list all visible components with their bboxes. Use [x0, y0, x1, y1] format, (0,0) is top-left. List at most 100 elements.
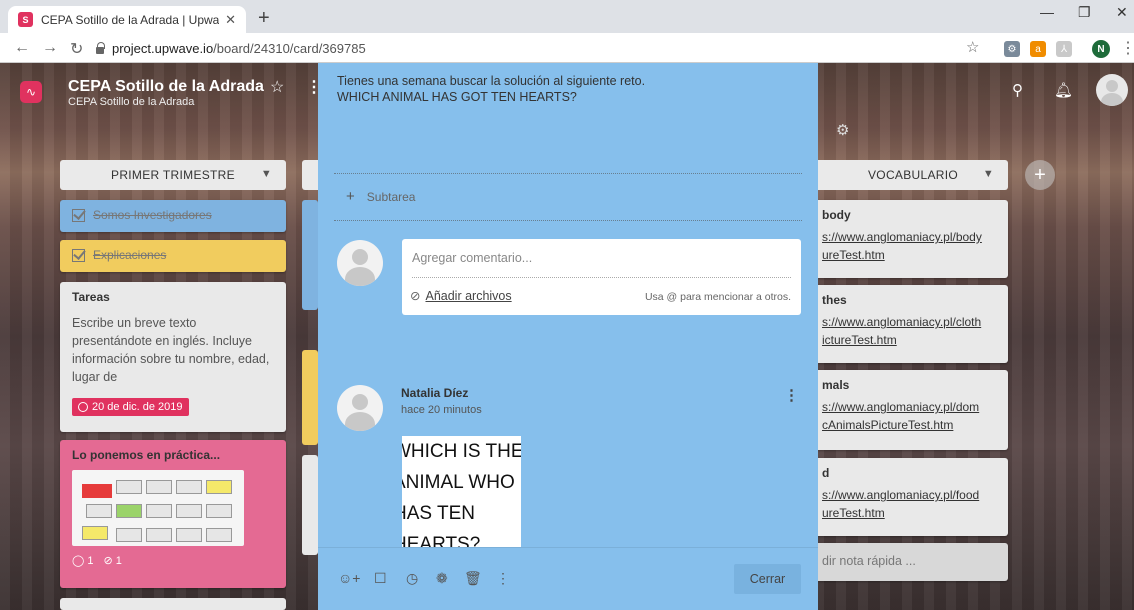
divider [412, 277, 791, 278]
address-bar: ← → ↻ project.upwave.io/board/24310/card… [0, 33, 1134, 63]
card-vocab-animals[interactable]: mals s://www.anglomaniacy.pl/dom cAnimal… [818, 370, 1008, 450]
extension-2-icon[interactable]: a [1030, 41, 1046, 57]
board-area: ∿ CEPA Sotillo de la Adrada CEPA Sotillo… [0, 63, 1134, 610]
card-description[interactable]: Tienes una semana buscar la solución al … [337, 73, 645, 105]
comment-image-attachment[interactable]: WHICH IS THE ANIMAL WHO HAS TEN HEARTS? [402, 436, 521, 547]
forward-icon[interactable]: → [42, 39, 58, 57]
paperclip-icon: ⊘ [410, 289, 421, 303]
divider [334, 220, 802, 221]
tab-title: CEPA Sotillo de la Adrada | Upwave [41, 12, 220, 27]
card-detail-modal: Tienes una semana buscar la solución al … [318, 63, 818, 610]
browser-menu-icon[interactable]: ⋮ [1120, 38, 1134, 58]
comment-composer[interactable]: Agregar comentario... ⊘ Añadir archivos … [402, 239, 801, 315]
url-field[interactable]: project.upwave.io/board/24310/card/36978… [96, 37, 986, 59]
attachments-count: ⊘ 1 [103, 555, 122, 567]
card-vocab-clothes[interactable]: thes s://www.anglomaniacy.pl/cloth ictur… [818, 285, 1008, 363]
quick-note-input[interactable]: dir nota rápida ... [818, 543, 1008, 581]
profile-avatar[interactable]: N [1092, 40, 1110, 58]
card-title: mals [822, 378, 850, 392]
card-link[interactable]: s://www.anglomaniacy.pl/cloth ictureTest… [822, 313, 996, 349]
card-partial-yellow[interactable] [302, 350, 318, 445]
card-explicaciones[interactable]: Explicaciones [60, 240, 286, 272]
chevron-down-icon[interactable]: ▼ [983, 168, 994, 180]
back-icon[interactable]: ← [14, 39, 30, 57]
card-lo-ponemos-en-practica[interactable]: Lo ponemos en práctica... ◯ 1 ⊘ 1 [60, 440, 286, 588]
user-avatar[interactable] [1096, 74, 1128, 106]
browser-tab[interactable]: S CEPA Sotillo de la Adrada | Upwave ✕ [8, 6, 246, 33]
close-button[interactable]: Cerrar [734, 564, 801, 594]
comment-icon: ◯ [72, 555, 85, 567]
comment-menu-icon[interactable]: ⋮ [784, 386, 799, 404]
board-game-thumbnail [72, 470, 244, 546]
settings-gear-icon[interactable]: ⚙ [836, 121, 849, 139]
card-title: Somos Investigadores [93, 208, 212, 222]
browser-tab-bar: S CEPA Sotillo de la Adrada | Upwave ✕ +… [0, 0, 1134, 33]
due-date-badge: 20 de dic. de 2019 [72, 398, 189, 416]
card-link[interactable]: s://www.anglomaniacy.pl/dom cAnimalsPict… [822, 398, 996, 434]
card-partial-grey[interactable] [302, 455, 318, 555]
comment-author-avatar [337, 385, 383, 431]
column-title: PRIMER TRIMESTRE [111, 168, 235, 182]
comment-input[interactable]: Agregar comentario... [412, 251, 532, 265]
url-domain: project.upwave.io [112, 40, 214, 56]
card-partial[interactable] [60, 598, 286, 610]
card-title: Tareas [72, 290, 110, 304]
divider [334, 173, 802, 174]
extension-1-icon[interactable]: ⚙ [1004, 41, 1020, 57]
card-title: body [822, 208, 851, 222]
notifications-bell-icon[interactable]: 🔔︎ [1054, 81, 1073, 99]
minimize-icon[interactable]: — [1040, 4, 1054, 20]
restore-icon[interactable]: ❐ [1078, 4, 1091, 21]
card-somos-investigadores[interactable]: Somos Investigadores [60, 200, 286, 232]
card-vocab-body[interactable]: body s://www.anglomaniacy.pl/body ureTes… [818, 200, 1008, 278]
reload-icon[interactable]: ↻ [70, 39, 83, 59]
tab-close-icon[interactable]: ✕ [225, 12, 236, 28]
clock-icon[interactable]: ◷ [406, 570, 418, 587]
card-partial-blue[interactable] [302, 200, 318, 310]
board-title[interactable]: CEPA Sotillo de la Adrada [68, 78, 264, 96]
clock-icon [78, 402, 88, 412]
lock-icon [96, 41, 105, 54]
url-path: /board/24310/card/369785 [213, 40, 366, 56]
plus-icon: + [346, 188, 355, 205]
card-tareas[interactable]: Tareas Escribe un breve texto presentánd… [60, 282, 286, 432]
card-title: d [822, 466, 830, 480]
bookmark-star-icon[interactable]: ☆ [966, 38, 979, 56]
card-title: Explicaciones [93, 248, 167, 262]
trash-icon[interactable]: 🗑︎ [464, 570, 482, 587]
chevron-down-icon[interactable]: ▼ [261, 168, 272, 180]
add-column-button[interactable]: + [1025, 160, 1055, 190]
window-close-icon[interactable]: ✕ [1116, 4, 1128, 21]
new-tab-button[interactable]: + [258, 6, 270, 30]
comment-time: hace 20 minutos [401, 404, 482, 416]
checkbox-checked-icon [72, 208, 85, 222]
card-link[interactable]: s://www.anglomaniacy.pl/body ureTest.htm [822, 228, 996, 264]
upwave-favicon-icon: S [18, 12, 33, 27]
more-options-icon[interactable]: ⋮ [496, 570, 510, 587]
card-link[interactable]: s://www.anglomaniacy.pl/food ureTest.htm [822, 486, 996, 522]
attach-files-button[interactable]: ⊘ Añadir archivos [410, 288, 512, 304]
palette-icon[interactable]: ❁ [436, 570, 448, 587]
modal-footer: ☺+ ☐ ◷ ❁ 🗑︎ ⋮ Cerrar [318, 547, 818, 610]
column-header-primer-trimestre[interactable]: PRIMER TRIMESTRE ▼ [60, 160, 286, 190]
add-member-icon[interactable]: ☺+ [338, 570, 360, 586]
board-logo-icon[interactable]: ∿ [20, 81, 42, 103]
column-header-vocabulario[interactable]: VOCABULARIO ▼ [818, 160, 1008, 190]
add-subtask-button[interactable]: + Subtarea [346, 188, 415, 205]
card-description: Escribe un breve texto presentándote en … [72, 316, 270, 384]
search-icon[interactable]: ⚲ [1012, 81, 1023, 99]
comment-author: Natalia Díez [401, 386, 469, 400]
paperclip-icon: ⊘ [103, 555, 113, 567]
comments-count: ◯ 1 [72, 555, 94, 567]
card-title: Lo ponemos en práctica... [72, 448, 221, 462]
column-header-partial[interactable] [302, 160, 318, 190]
card-vocab-food[interactable]: d s://www.anglomaniacy.pl/food ureTest.h… [818, 458, 1008, 536]
column-title: VOCABULARIO [868, 168, 958, 182]
checkbox-checked-icon [72, 248, 85, 262]
checkbox-icon[interactable]: ☐ [374, 570, 387, 587]
favorite-star-icon[interactable]: ☆ [270, 77, 284, 97]
pdf-extension-icon[interactable]: ⅄ [1056, 41, 1072, 57]
mention-hint: Usa @ para mencionar a otros. [644, 291, 791, 303]
current-user-avatar [337, 240, 383, 286]
board-subtitle: CEPA Sotillo de la Adrada [68, 96, 195, 108]
